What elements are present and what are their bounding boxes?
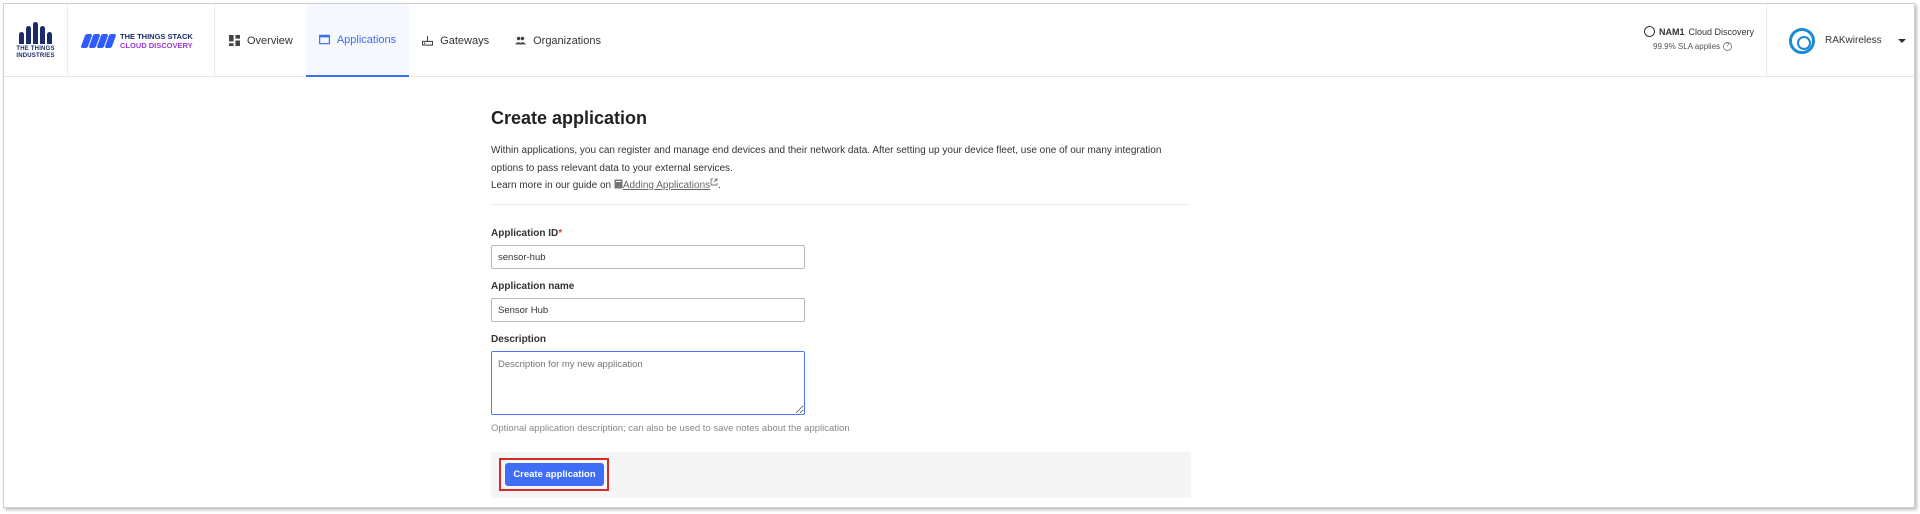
main-content: Create application Within applications, … (491, 77, 1191, 434)
the-things-stack-logo[interactable]: THE THINGS STACK CLOUD DISCOVERY (69, 4, 215, 77)
main-nav: Overview Applications Gateways Organizat… (216, 4, 614, 77)
the-things-industries-logo[interactable]: THE THINGS INDUSTRIES (4, 4, 68, 77)
nav-label-applications: Applications (336, 33, 397, 46)
app-window: THE THINGS INDUSTRIES THE THINGS STACK C… (3, 3, 1915, 508)
cluster-region: NAM1 (1659, 26, 1685, 37)
guide-line: Learn more in our guide on Adding Applic… (491, 178, 1191, 194)
external-link-icon (710, 178, 718, 186)
page-intro: Within applications, you can register an… (491, 145, 1162, 174)
chevron-down-icon (1897, 38, 1906, 43)
company-line2: INDUSTRIES (16, 52, 55, 59)
required-mark: * (558, 228, 563, 239)
adding-applications-link[interactable]: Adding Applications (623, 180, 710, 191)
description-hint: Optional application description; can al… (491, 423, 850, 434)
guide-prefix: Learn more in our guide on (491, 180, 612, 191)
divider (491, 204, 1189, 205)
page-title: Create application (491, 108, 648, 128)
user-name: RAKwireless (1825, 35, 1882, 46)
product-line2: CLOUD DISCOVERY (120, 40, 193, 50)
cluster-name: Cloud Discovery (1688, 26, 1755, 37)
nav-label-organizations: Organizations (533, 34, 601, 47)
user-dropdown[interactable]: RAKwireless (1766, 4, 1914, 77)
application-id-input[interactable]: sensor-hub (491, 245, 805, 269)
globe-icon (1644, 26, 1655, 37)
help-icon[interactable]: ? (1723, 42, 1733, 51)
sla-text: 99.9% SLA applies (1653, 42, 1721, 51)
nav-label-gateways: Gateways (440, 34, 490, 47)
top-header: THE THINGS INDUSTRIES THE THINGS STACK C… (4, 4, 1914, 77)
guide-suffix: . (718, 180, 721, 191)
nav-item-applications[interactable]: Applications (305, 4, 410, 77)
create-application-button[interactable]: Create application (505, 463, 604, 486)
form-footer: Create application (491, 452, 1191, 498)
application-icon (318, 34, 330, 45)
book-icon (614, 179, 623, 189)
nav-item-overview[interactable]: Overview (216, 4, 306, 77)
product-line1: THE THINGS STACK (120, 31, 193, 41)
avatar (1789, 27, 1815, 54)
description-textarea[interactable] (491, 351, 805, 415)
nav-item-gateways[interactable]: Gateways (409, 4, 502, 77)
router-icon (422, 35, 434, 46)
tti-bars-icon (19, 21, 52, 44)
cluster-info[interactable]: NAM1 Cloud Discovery 99.9% SLA applies ? (1644, 26, 1764, 51)
nav-item-organizations[interactable]: Organizations (502, 4, 614, 77)
company-line1: THE THINGS (16, 45, 55, 52)
application-name-input[interactable]: Sensor Hub (491, 298, 805, 322)
app-name-label: Application name (491, 281, 575, 292)
nav-label-overview: Overview (247, 34, 293, 47)
app-id-label: Application ID* (491, 228, 563, 239)
dashboard-icon (229, 35, 240, 46)
stack-mark-icon (80, 33, 117, 48)
description-label: Description (491, 334, 547, 345)
people-icon (515, 36, 527, 45)
